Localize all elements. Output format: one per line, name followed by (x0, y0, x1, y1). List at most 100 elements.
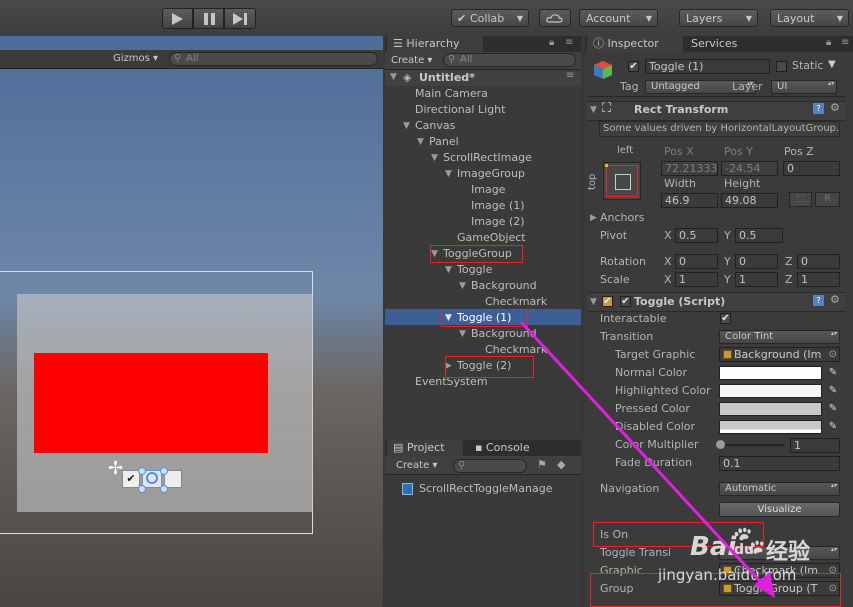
account-button[interactable]: Account ▼ (579, 9, 658, 27)
lock-icon[interactable]: 🔒︎ (549, 37, 554, 48)
hierarchy-item[interactable]: Main Camera (415, 86, 488, 102)
pivot-y-field[interactable]: 0.5 (735, 228, 783, 243)
filter-type-icon[interactable]: ⚑ (537, 458, 547, 471)
disabled-color-swatch[interactable] (719, 420, 822, 434)
scene-search-input[interactable]: ⚲ All (169, 52, 378, 66)
anchors-label[interactable]: Anchors (600, 211, 645, 225)
posz-field[interactable]: 0 (783, 161, 840, 176)
object-name-field[interactable]: Toggle (1) (645, 59, 770, 74)
expand-triangle-icon[interactable]: ▼ (390, 72, 397, 82)
navigation-dropdown[interactable]: Automatic (719, 482, 840, 496)
slider-thumb[interactable] (716, 440, 725, 449)
blueprint-button[interactable]: ⬚ (789, 192, 812, 207)
hierarchy-item[interactable]: Background (471, 326, 537, 342)
color-multiplier-field[interactable]: 1 (790, 438, 840, 453)
rect-handle-icon[interactable] (138, 485, 146, 493)
hierarchy-item[interactable]: Image (2) (471, 214, 525, 230)
posx-field[interactable]: 72.21333 (661, 161, 718, 176)
eyedropper-icon[interactable]: ✎ (826, 402, 840, 416)
eyedropper-icon[interactable]: ✎ (826, 366, 840, 380)
tab-project[interactable]: ▤ Project (387, 440, 463, 456)
scene-menu-icon[interactable]: ≡ (566, 70, 574, 81)
help-icon[interactable]: ? (813, 103, 824, 114)
layer-dropdown[interactable]: UI (771, 80, 837, 94)
project-search-input[interactable]: ⚲ (453, 459, 527, 473)
hierarchy-item[interactable]: ScrollRectImage (443, 150, 532, 166)
fade-duration-field[interactable]: 0.1 (719, 456, 840, 471)
hierarchy-item[interactable]: Directional Light (415, 102, 505, 118)
hierarchy-item[interactable]: Image (471, 182, 505, 198)
expand-triangle-icon[interactable]: ▼ (445, 169, 452, 179)
selected-toggle-handle[interactable]: ✔ ✢ (108, 460, 184, 494)
anchor-preset-button[interactable] (603, 162, 641, 200)
rot-z-field[interactable]: 0 (797, 254, 840, 269)
highlighted-color-swatch[interactable] (719, 384, 822, 398)
scale-y-field[interactable]: 1 (735, 272, 778, 287)
step-button[interactable] (224, 8, 256, 29)
layers-button[interactable]: Layers ▼ (679, 9, 758, 27)
hierarchy-item[interactable]: Panel (429, 134, 459, 150)
expand-triangle-icon[interactable]: ▼ (445, 265, 452, 275)
visualize-button[interactable]: Visualize (719, 502, 840, 517)
pivot-x-field[interactable]: 0.5 (675, 228, 718, 243)
red-image[interactable] (34, 353, 268, 453)
interactable-checkbox[interactable]: ✔ (720, 313, 731, 324)
hierarchy-item[interactable]: ImageGroup (457, 166, 525, 182)
hierarchy-item[interactable]: Background (471, 278, 537, 294)
tab-inspector[interactable]: ⓘ Inspector (587, 36, 683, 52)
scene-row[interactable]: ▼ ◈ Untitled* ≡ (385, 70, 581, 86)
hierarchy-item[interactable]: Canvas (415, 118, 455, 134)
rect-handle-icon[interactable] (138, 467, 146, 475)
pressed-color-swatch[interactable] (719, 402, 822, 416)
scale-x-field[interactable]: 1 (675, 272, 718, 287)
width-field[interactable]: 46.9 (661, 193, 718, 208)
tab-services[interactable]: Services (685, 36, 775, 52)
collapse-triangle-icon[interactable]: ▶ (590, 213, 597, 223)
layout-button[interactable]: Layout ▼ (770, 9, 849, 27)
component-enabled-checkbox[interactable]: ✔ (602, 296, 613, 307)
rect-handle-icon[interactable] (160, 467, 168, 475)
transition-dropdown[interactable]: Color Tint (719, 330, 840, 344)
normal-color-swatch[interactable] (719, 366, 822, 380)
static-dropdown-icon[interactable]: ▼ (828, 59, 836, 70)
toggle-script-enabled-checkbox[interactable]: ✔ (620, 296, 631, 307)
rect-handle-icon[interactable] (160, 485, 168, 493)
expand-triangle-icon[interactable]: ▼ (417, 137, 424, 147)
hierarchy-search-input[interactable]: ⚲ All (443, 53, 576, 67)
hierarchy-item[interactable]: GameObject (457, 230, 526, 246)
expand-triangle-icon[interactable]: ▼ (431, 153, 438, 163)
project-create-button[interactable]: Create ▾ (396, 459, 442, 473)
gizmos-dropdown[interactable]: Gizmos ▾ (110, 52, 169, 66)
target-graphic-field[interactable]: Background (Im (719, 347, 840, 362)
scale-z-field[interactable]: 1 (797, 272, 840, 287)
expand-triangle-icon[interactable]: ▼ (403, 121, 410, 131)
hierarchy-item[interactable]: Image (1) (471, 198, 525, 214)
expand-triangle-icon[interactable]: ▼ (590, 297, 597, 307)
raw-edit-button[interactable]: R (815, 192, 840, 207)
scene-view[interactable]: Gizmos ▾ ⚲ All ✔ ✢ (0, 36, 383, 607)
hierarchy-item[interactable]: Checkmark (485, 294, 547, 310)
active-checkbox[interactable]: ✔ (628, 61, 639, 72)
settings-icon[interactable]: ⚙ (830, 101, 840, 114)
cloud-button[interactable] (539, 9, 571, 27)
panel-menu-icon[interactable]: ≡ (565, 37, 573, 48)
rot-y-field[interactable]: 0 (735, 254, 778, 269)
panel-menu-icon[interactable]: ≡ (841, 37, 849, 48)
eyedropper-icon[interactable]: ✎ (826, 384, 840, 398)
lock-icon[interactable]: 🔒︎ (826, 37, 831, 48)
settings-icon[interactable]: ⚙ (830, 293, 840, 306)
anchor-flower-icon[interactable]: ✢ (108, 460, 123, 478)
play-button[interactable] (162, 8, 193, 29)
pivot-ring-icon[interactable] (146, 472, 158, 484)
tab-console[interactable]: ▪ Console (469, 440, 549, 456)
hierarchy-create-button[interactable]: Create ▾ (391, 53, 441, 68)
expand-triangle-icon[interactable]: ▼ (459, 329, 466, 339)
hierarchy-item[interactable]: Toggle (457, 262, 492, 278)
help-icon[interactable]: ? (813, 295, 824, 306)
static-checkbox[interactable] (776, 61, 787, 72)
color-multiplier-slider[interactable] (716, 440, 785, 449)
collab-button[interactable]: ✔ Collab ▼ (451, 9, 529, 27)
posy-field[interactable]: -24.54 (721, 161, 778, 176)
tab-hierarchy[interactable]: ☰ Hierarchy (387, 36, 483, 52)
height-field[interactable]: 49.08 (721, 193, 778, 208)
